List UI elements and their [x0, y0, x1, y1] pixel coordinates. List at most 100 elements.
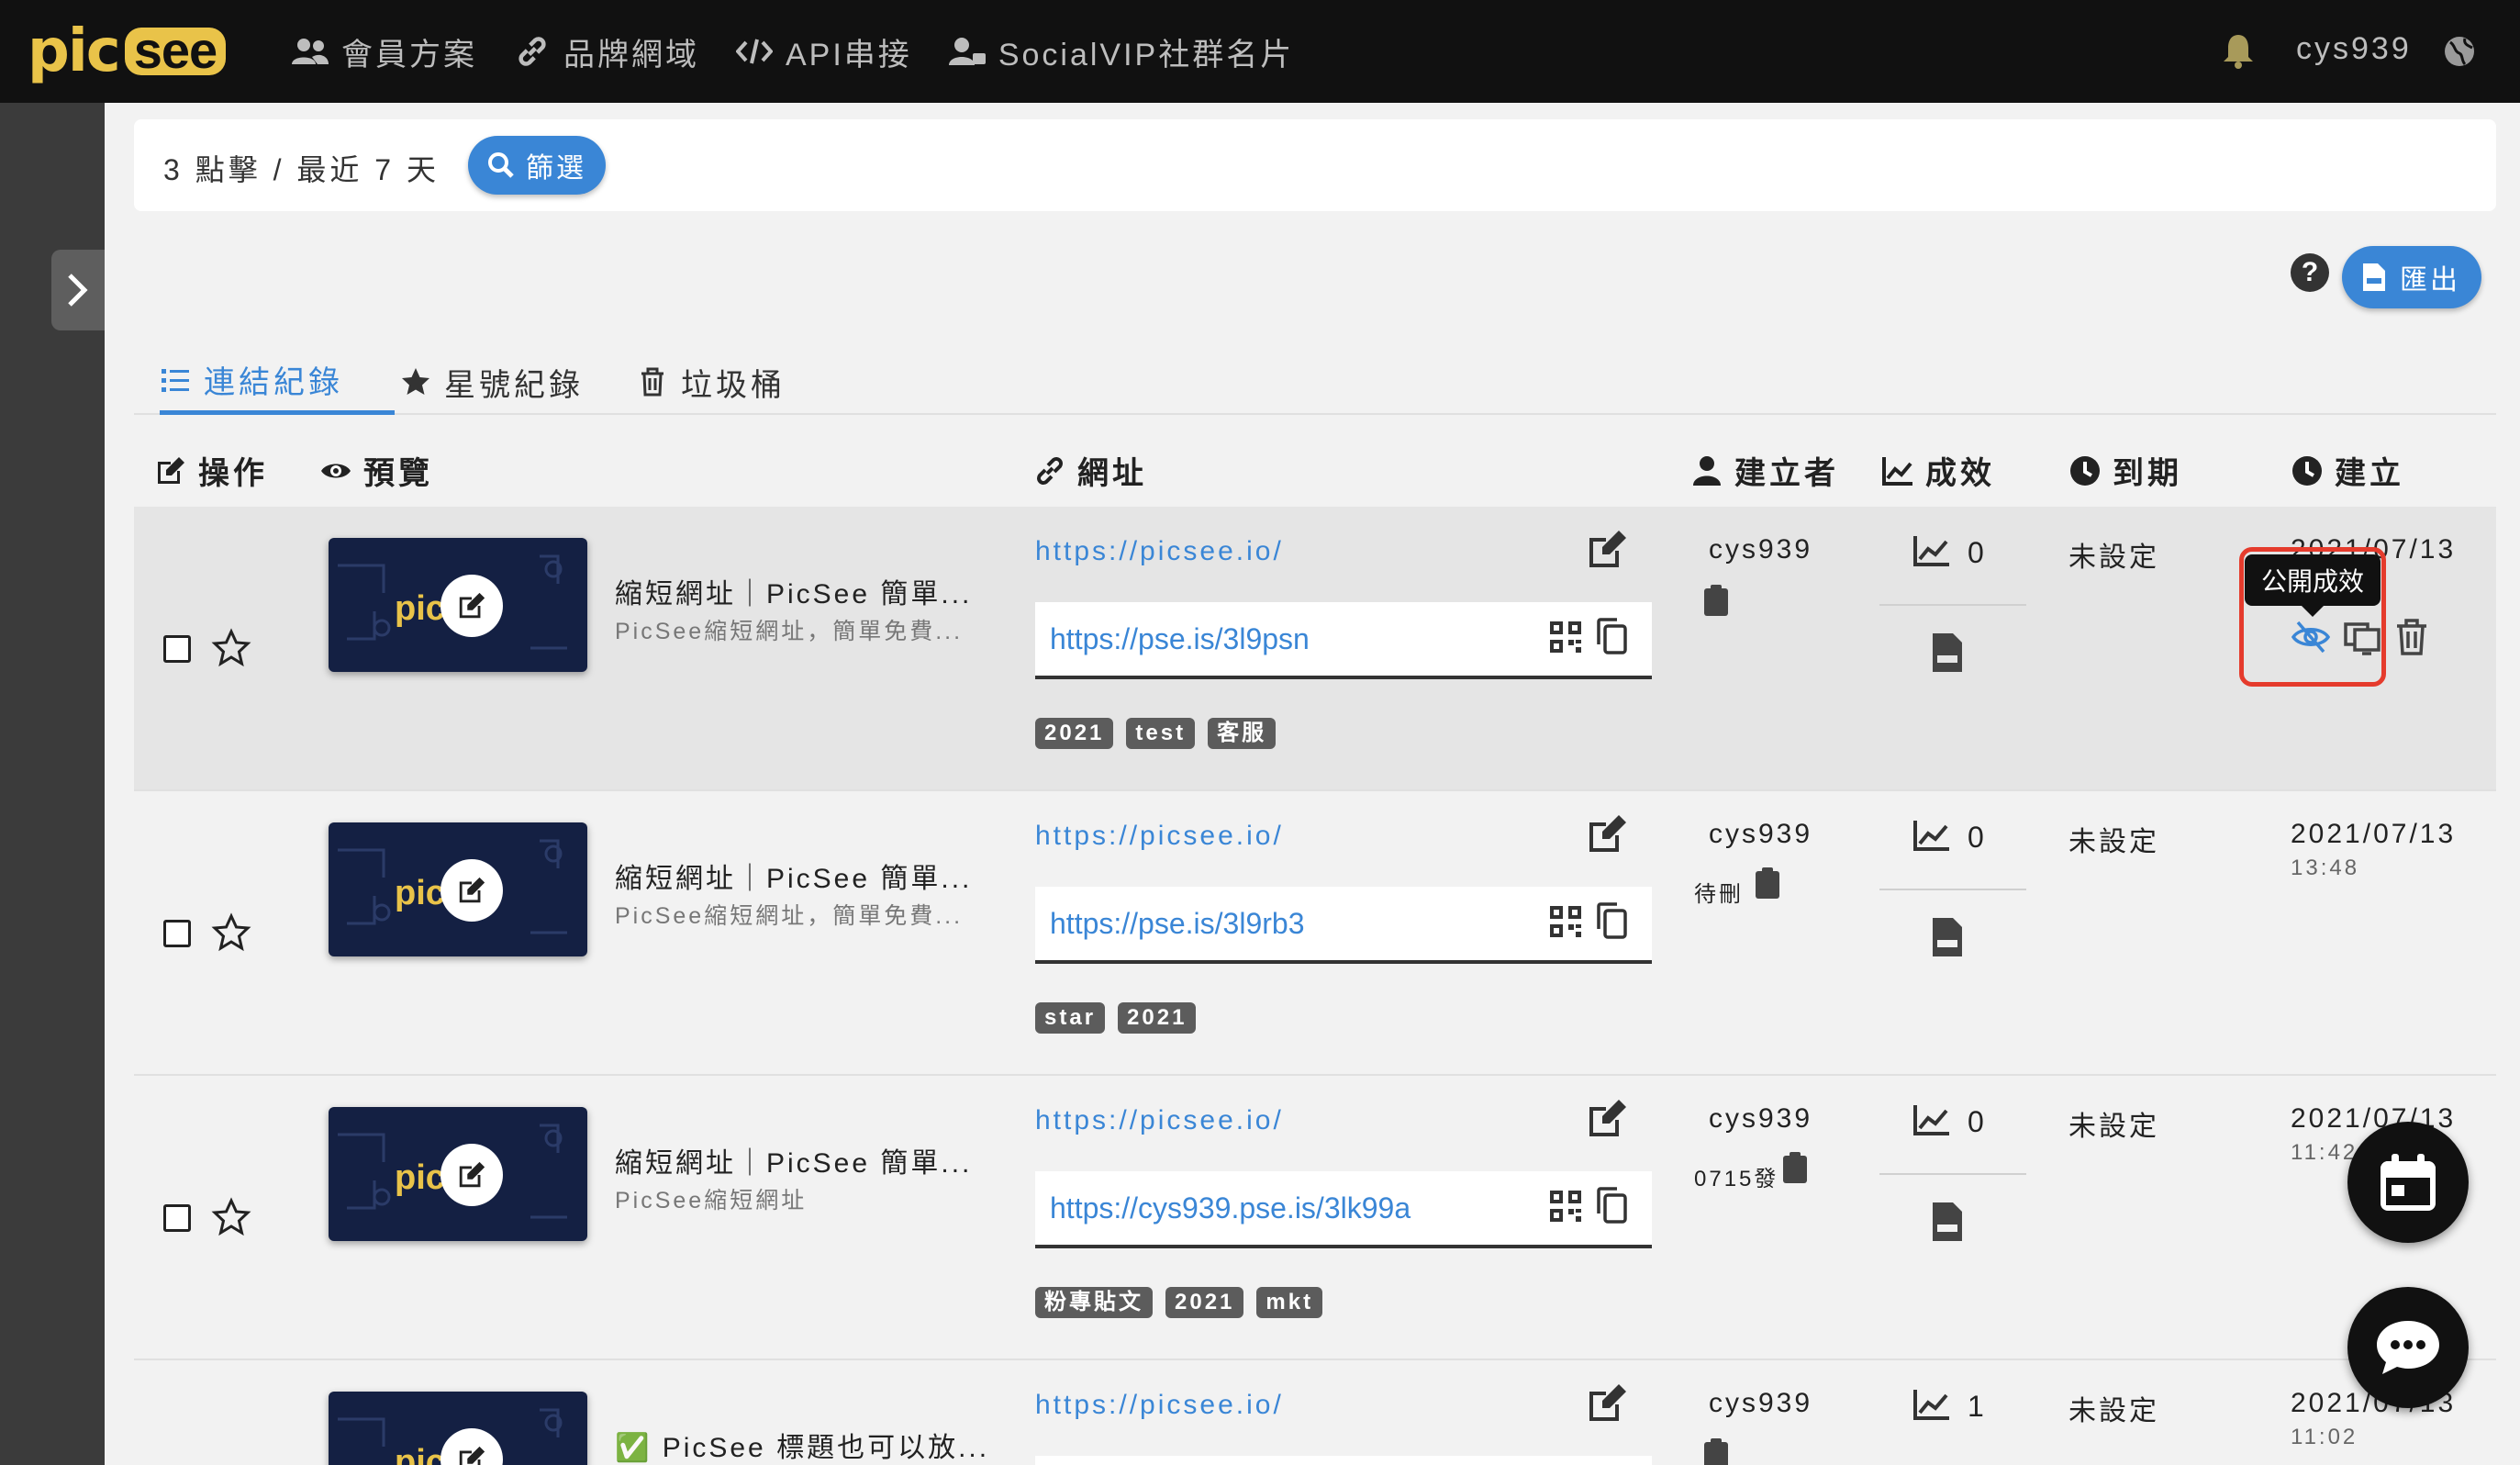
- original-url-link[interactable]: https://picsee.io/: [1035, 536, 1284, 567]
- preview-thumbnail[interactable]: pic: [329, 1392, 587, 1465]
- csv-file-icon[interactable]: [1933, 1202, 1962, 1241]
- preview-thumbnail[interactable]: pic: [329, 538, 587, 672]
- top-navbar: pic see 會員方案 品牌網域 API串接 SocialVIP社群名片 cy…: [0, 0, 2520, 103]
- tab-starred-records[interactable]: 星號紀錄: [400, 349, 584, 415]
- preview-title: ✅ PicSee 標題也可以放...: [615, 1433, 990, 1463]
- filter-button[interactable]: 篩選: [468, 136, 606, 195]
- creator-name: cys939: [1709, 1388, 1813, 1418]
- tag-badge[interactable]: 2021: [1165, 1287, 1244, 1318]
- short-url-text[interactable]: https://pse.is/3l9psn: [1050, 622, 1310, 656]
- edit-url-icon[interactable]: [1586, 1382, 1630, 1423]
- qrcode-icon[interactable]: [1549, 905, 1582, 938]
- table-row[interactable]: pic 縮短網址｜PicSee 簡單... PicSee縮短網址，簡單免費...…: [134, 791, 2496, 1076]
- side-panel: [0, 103, 105, 1465]
- clock-icon: [2070, 455, 2100, 486]
- creator-name: cys939: [1709, 534, 1813, 565]
- tag-badge[interactable]: 粉專貼文: [1035, 1287, 1153, 1318]
- short-url-field[interactable]: https://cys939.pse.is/3lk99a: [1035, 1171, 1652, 1248]
- tag-badge[interactable]: mkt: [1256, 1287, 1323, 1318]
- tab-link-records[interactable]: 連結紀錄: [160, 349, 395, 415]
- chart-line-icon: [1882, 456, 1912, 486]
- table-row[interactable]: pic ✅ PicSee 標題也可以放... https://picsee.io…: [134, 1360, 2496, 1465]
- bell-icon[interactable]: [2221, 33, 2256, 70]
- tag-badge[interactable]: 2021: [1118, 1002, 1197, 1034]
- csv-file-icon[interactable]: [1933, 918, 1962, 956]
- table-row[interactable]: pic 縮短網址｜PicSee 簡單... PicSee縮短網址，簡單免費...…: [134, 507, 2496, 791]
- original-url-link[interactable]: https://picsee.io/: [1035, 821, 1284, 852]
- record-tabs: 連結紀錄 星號紀錄 垃圾桶: [134, 349, 2496, 415]
- preview-thumbnail[interactable]: pic: [329, 1107, 587, 1241]
- globe-icon[interactable]: [2443, 35, 2476, 68]
- row-checkbox[interactable]: [163, 920, 191, 947]
- short-url-text[interactable]: https://cys939.pse.is/3lk99a: [1050, 1191, 1411, 1225]
- copy-icon[interactable]: [1595, 901, 1628, 940]
- star-outline-icon[interactable]: [211, 1197, 251, 1237]
- tag-badge[interactable]: 2021: [1035, 718, 1114, 749]
- edit-url-icon[interactable]: [1586, 813, 1630, 854]
- original-url-link[interactable]: https://picsee.io/: [1035, 1105, 1284, 1136]
- expire-date: 未設定: [2068, 827, 2159, 857]
- trash-icon[interactable]: [2392, 617, 2432, 657]
- tab-trash[interactable]: 垃圾桶: [637, 349, 786, 415]
- edit-preview-button[interactable]: [440, 859, 503, 922]
- help-icon[interactable]: ?: [2291, 253, 2329, 292]
- created-time: 11:02: [2291, 1425, 2358, 1449]
- click-count: 0: [1968, 1105, 1984, 1138]
- original-url-link[interactable]: https://picsee.io/: [1035, 1390, 1284, 1421]
- copy-icon[interactable]: [1595, 617, 1628, 655]
- username[interactable]: cys939: [2296, 31, 2412, 67]
- preview-description: PicSee縮短網址，簡單免費...: [615, 619, 964, 644]
- creator-name: cys939: [1709, 1103, 1813, 1134]
- clipboard-icon[interactable]: [1703, 584, 1729, 617]
- calendar-fab-button[interactable]: [2347, 1122, 2469, 1243]
- creator-name: cys939: [1709, 819, 1813, 849]
- star-outline-icon[interactable]: [211, 912, 251, 953]
- chart-line-icon[interactable]: [1912, 1388, 1951, 1421]
- creator-note: 0715發: [1694, 1167, 1779, 1191]
- edit-preview-button[interactable]: [440, 575, 503, 637]
- qrcode-icon[interactable]: [1549, 1190, 1582, 1223]
- row-checkbox[interactable]: [163, 1204, 191, 1232]
- clipboard-icon[interactable]: [1782, 1151, 1808, 1184]
- screen-share-icon[interactable]: [2342, 617, 2382, 657]
- star-filled-icon: [402, 368, 429, 395]
- table-row[interactable]: pic 縮短網址｜PicSee 簡單... PicSee縮短網址 https:/…: [134, 1076, 2496, 1360]
- nav-item-membership[interactable]: 會員方案: [292, 29, 477, 74]
- chat-fab-button[interactable]: [2347, 1287, 2469, 1408]
- csv-file-icon[interactable]: [1933, 633, 1962, 672]
- copy-icon[interactable]: [1595, 1186, 1628, 1225]
- short-url-field[interactable]: https://pse.is/3l9psn: [1035, 602, 1652, 679]
- calendar-icon: [2381, 1154, 2436, 1211]
- edit-url-icon[interactable]: [1586, 529, 1630, 569]
- clipboard-icon[interactable]: [1703, 1437, 1729, 1465]
- short-url-field[interactable]: https://pse.is/3l9rb3: [1035, 887, 1652, 964]
- edit-icon: [459, 1161, 485, 1188]
- picsee-logo[interactable]: pic see: [28, 22, 227, 81]
- edit-preview-button[interactable]: [440, 1144, 503, 1206]
- chart-line-icon[interactable]: [1912, 1103, 1951, 1136]
- expire-date: 未設定: [2068, 1396, 2159, 1426]
- nav-item-brand-domain[interactable]: 品牌網域: [514, 29, 699, 74]
- nav-item-api[interactable]: API串接: [736, 29, 912, 74]
- preview-thumbnail[interactable]: pic: [329, 822, 587, 956]
- column-header-url: 網址: [1033, 448, 1147, 493]
- nav-item-socialvip[interactable]: SocialVIP社群名片: [948, 29, 1294, 74]
- row-checkbox[interactable]: [163, 635, 191, 663]
- chart-line-icon[interactable]: [1912, 534, 1951, 567]
- short-url-field[interactable]: [1035, 1456, 1652, 1465]
- qrcode-icon[interactable]: [1549, 621, 1582, 654]
- tag-badge[interactable]: 客服: [1208, 718, 1277, 749]
- expand-sidebar-button[interactable]: [51, 250, 105, 330]
- creator-note: 待刪: [1694, 882, 1744, 907]
- star-outline-icon[interactable]: [211, 628, 251, 668]
- edit-url-icon[interactable]: [1586, 1098, 1630, 1138]
- chart-line-icon[interactable]: [1912, 819, 1951, 852]
- column-header-preview: 預覽: [319, 448, 433, 493]
- tag-badge[interactable]: test: [1126, 718, 1196, 749]
- user-icon: [1693, 455, 1721, 486]
- tag-badge[interactable]: star: [1035, 1002, 1106, 1034]
- short-url-text[interactable]: https://pse.is/3l9rb3: [1050, 907, 1304, 941]
- export-button[interactable]: 匯出: [2342, 246, 2481, 308]
- clipboard-icon[interactable]: [1755, 867, 1780, 900]
- eye-slash-icon[interactable]: [2291, 617, 2331, 657]
